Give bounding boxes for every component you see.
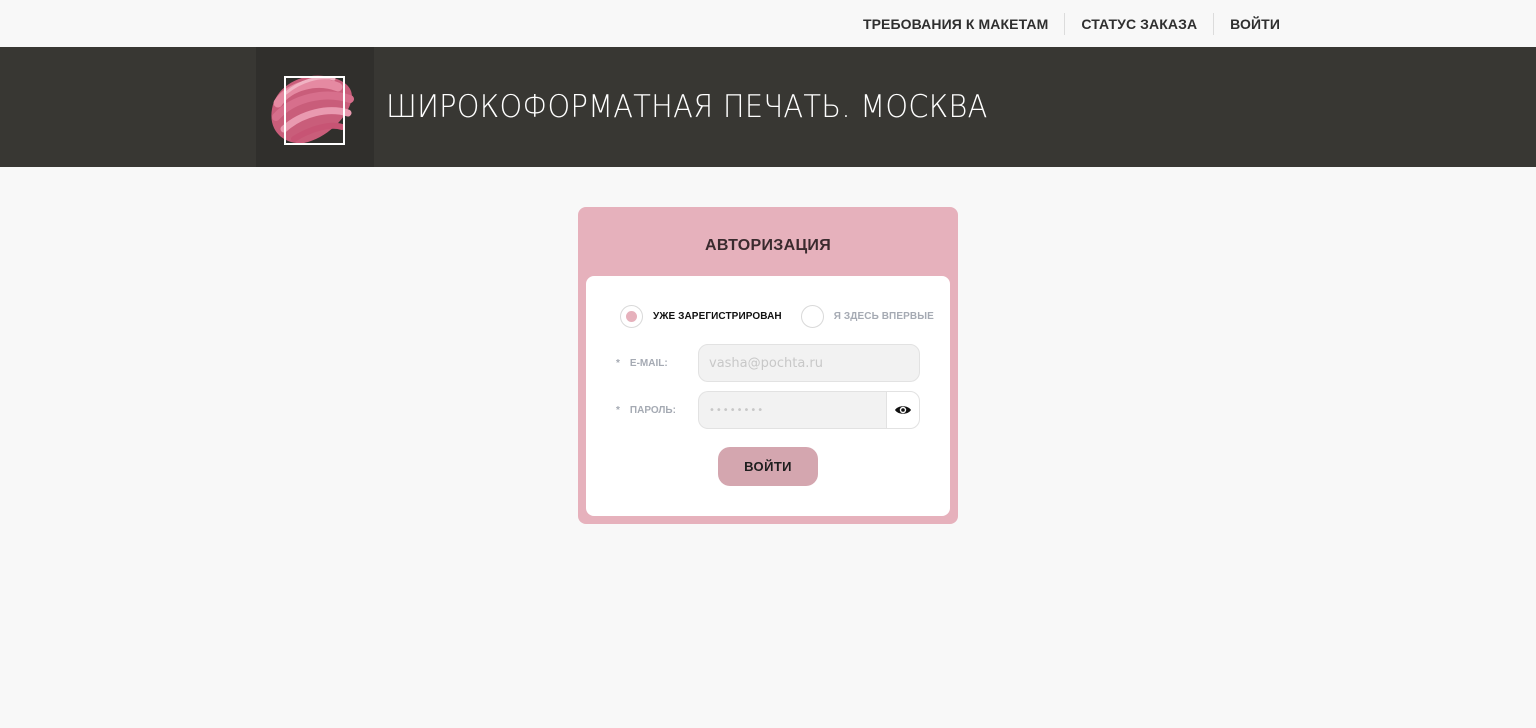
show-password-button[interactable] [886, 391, 920, 429]
auth-form: УЖЕ ЗАРЕГИСТРИРОВАН Я ЗДЕСЬ ВПЕРВЫЕ * E-… [586, 276, 950, 516]
password-label: * ПАРОЛЬ: [616, 405, 698, 416]
email-row: * E-MAIL: vasha@pochta.ru [616, 344, 920, 382]
nav-link-requirements[interactable]: ТРЕБОВАНИЯ К МАКЕТАМ [863, 16, 1048, 32]
password-label-text: ПАРОЛЬ: [629, 404, 676, 416]
nav-link-login[interactable]: ВОЙТИ [1230, 16, 1280, 32]
top-navigation: ТРЕБОВАНИЯ К МАКЕТАМ СТАТУС ЗАКАЗА ВОЙТИ [0, 0, 1536, 47]
password-row: * ПАРОЛЬ: •••••••• [616, 391, 920, 429]
site-title: ШИРОКОФОРМАТНАЯ ПЕЧАТЬ. МОСКВА [386, 89, 988, 125]
email-label-text: E-MAIL: [629, 357, 668, 369]
top-nav-item: ТРЕБОВАНИЯ К МАКЕТАМ [847, 13, 1064, 35]
required-mark: * [616, 404, 620, 416]
auth-title: АВТОРИЗАЦИЯ [704, 237, 832, 254]
password-field[interactable]: •••••••• [698, 391, 886, 429]
radio-new-input[interactable] [800, 305, 824, 328]
top-nav-item: ВОЙТИ [1213, 12, 1280, 35]
email-field[interactable]: vasha@pochta.ru [698, 344, 920, 382]
radio-option-registered[interactable]: УЖЕ ЗАРЕГИСТРИРОВАН [620, 305, 782, 328]
required-mark: * [616, 357, 620, 369]
eye-icon [895, 406, 911, 414]
paint-stroke-logo-icon [271, 75, 354, 145]
radio-option-new[interactable]: Я ЗДЕСЬ ВПЕРВЫЕ [800, 305, 934, 328]
top-nav-item: СТАТУС ЗАКАЗА [1064, 12, 1213, 35]
login-submit-button[interactable]: ВОЙТИ [718, 447, 818, 486]
header-banner: ШИРОКОФОРМАТНАЯ ПЕЧАТЬ. МОСКВА [0, 47, 1536, 167]
password-input-group: •••••••• [698, 391, 920, 429]
radio-registered-input[interactable] [620, 305, 643, 328]
email-label: * E-MAIL: [616, 358, 698, 369]
radio-registered-label: УЖЕ ЗАРЕГИСТРИРОВАН [653, 311, 782, 322]
top-nav-list: ТРЕБОВАНИЯ К МАКЕТАМ СТАТУС ЗАКАЗА ВОЙТИ [847, 0, 1280, 47]
auth-mode-radio-group: УЖЕ ЗАРЕГИСТРИРОВАН Я ЗДЕСЬ ВПЕРВЫЕ [620, 305, 934, 328]
auth-card: АВТОРИЗАЦИЯ УЖЕ ЗАРЕГИСТРИРОВАН Я ЗДЕСЬ … [578, 207, 958, 524]
nav-link-order-status[interactable]: СТАТУС ЗАКАЗА [1081, 16, 1197, 32]
logo[interactable] [256, 47, 374, 167]
radio-new-label: Я ЗДЕСЬ ВПЕРВЫЕ [833, 311, 934, 322]
